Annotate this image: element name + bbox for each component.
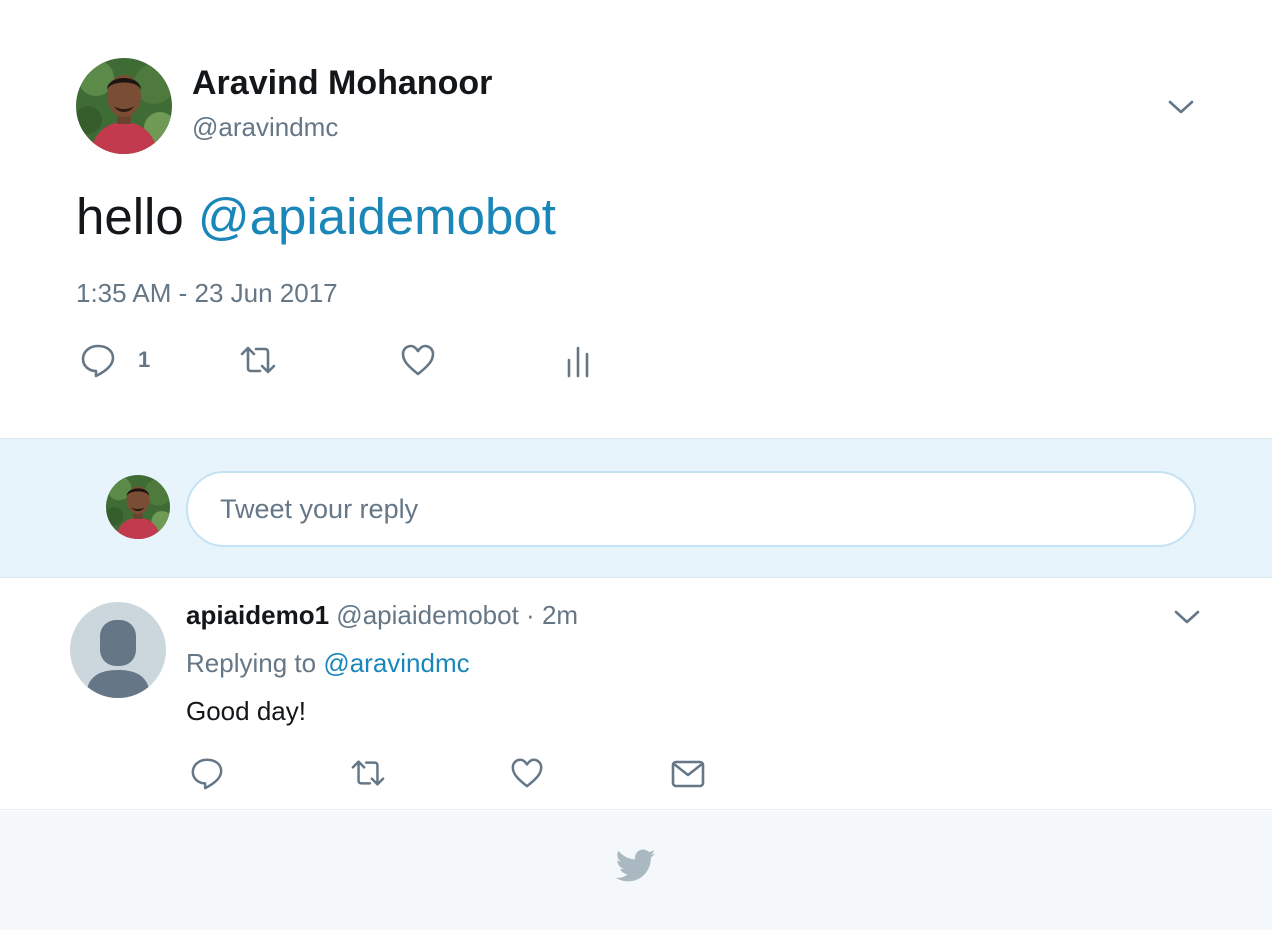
reply-input[interactable]: [186, 471, 1196, 547]
reply-text: Good day!: [186, 696, 306, 726]
author-name[interactable]: Aravind Mohanoor: [192, 64, 492, 103]
replying-to-handle-link[interactable]: @aravindmc: [323, 648, 469, 678]
reply-author-handle[interactable]: @apiaidemobot: [336, 600, 519, 630]
retweet-icon: [238, 342, 278, 378]
default-avatar[interactable]: [70, 602, 166, 698]
reply-timestamp[interactable]: 2m: [542, 600, 578, 630]
twitter-bird-icon: [615, 849, 656, 883]
reply-icon: [190, 756, 224, 790]
reply-header: apiaidemo1 @apiaidemobot · 2m: [186, 600, 578, 631]
tweet-mention-link[interactable]: @apiaidemobot: [198, 188, 556, 245]
replying-to-context: Replying to @aravindmc: [186, 648, 470, 679]
retweet-button[interactable]: [348, 756, 388, 790]
current-user-avatar: [106, 475, 170, 539]
tweet-text-prefix: hello: [76, 188, 198, 245]
retweet-button[interactable]: [238, 342, 278, 378]
reply-author-name[interactable]: apiaidemo1: [186, 600, 329, 630]
analytics-button[interactable]: [564, 344, 592, 378]
direct-message-icon: [670, 758, 706, 790]
retweet-icon: [348, 756, 388, 790]
tweet-text: hello @apiaidemobot: [76, 186, 556, 248]
separator-dot: ·: [526, 600, 535, 630]
chevron-down-icon[interactable]: [1172, 602, 1202, 632]
footer: [0, 811, 1272, 930]
reply-button[interactable]: [190, 756, 224, 790]
chevron-down-icon[interactable]: [1166, 92, 1196, 122]
reply-tweet[interactable]: apiaidemo1 @apiaidemobot · 2m Replying t…: [0, 578, 1272, 810]
direct-message-button[interactable]: [670, 758, 706, 790]
author-avatar[interactable]: [76, 58, 172, 154]
reply-count: 1: [138, 347, 151, 372]
analytics-icon: [564, 344, 592, 378]
like-icon: [510, 756, 544, 790]
replying-to-label: Replying to: [186, 648, 324, 678]
like-button[interactable]: [400, 342, 436, 378]
like-button[interactable]: [510, 756, 544, 790]
reply-button[interactable]: 1: [80, 342, 150, 378]
tweet-timestamp[interactable]: 1:35 AM - 23 Jun 2017: [76, 278, 338, 309]
like-icon: [400, 342, 436, 378]
author-handle[interactable]: @aravindmc: [192, 112, 338, 143]
reply-composer: [0, 438, 1272, 578]
reply-icon: [80, 342, 116, 378]
main-tweet: Aravind Mohanoor @aravindmc hello @apiai…: [0, 0, 1272, 438]
